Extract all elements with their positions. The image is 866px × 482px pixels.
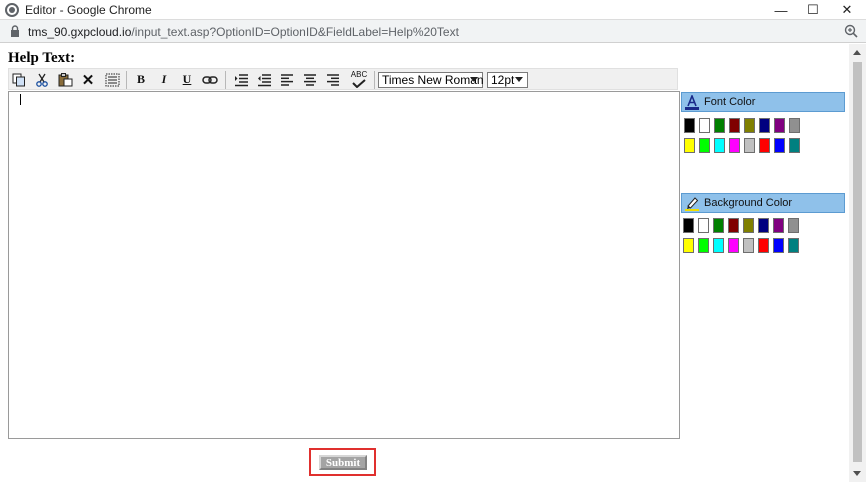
url-host: tms_90.gxpcloud.io bbox=[28, 25, 132, 39]
background-color-swatch[interactable] bbox=[698, 218, 709, 233]
underline-icon[interactable]: U bbox=[178, 71, 196, 88]
delete-icon[interactable]: ✕ bbox=[79, 71, 97, 89]
background-color-label: Background Color bbox=[704, 197, 793, 209]
background-color-swatch[interactable] bbox=[683, 218, 694, 233]
toolbar-separator bbox=[374, 71, 375, 89]
background-color-swatch[interactable] bbox=[683, 238, 694, 253]
maximize-button[interactable]: ☐ bbox=[796, 0, 830, 20]
paste-icon[interactable] bbox=[56, 71, 74, 88]
rich-text-editor[interactable] bbox=[8, 91, 680, 439]
cut-icon[interactable] bbox=[33, 71, 51, 88]
background-color-swatch[interactable] bbox=[698, 238, 709, 253]
toolbar-separator bbox=[126, 71, 127, 89]
background-color-swatch[interactable] bbox=[773, 218, 784, 233]
vertical-scrollbar[interactable] bbox=[849, 44, 866, 482]
background-color-swatch[interactable] bbox=[758, 238, 769, 253]
font-color-swatch[interactable] bbox=[774, 118, 785, 133]
font-color-swatch[interactable] bbox=[714, 118, 725, 133]
select-all-icon[interactable] bbox=[103, 71, 121, 88]
background-color-swatch[interactable] bbox=[728, 218, 739, 233]
highlighter-icon bbox=[685, 197, 699, 211]
copy-icon[interactable] bbox=[10, 71, 28, 88]
font-color-swatch[interactable] bbox=[684, 118, 695, 133]
background-color-swatch[interactable] bbox=[728, 238, 739, 253]
scroll-up-arrow-icon[interactable] bbox=[853, 50, 861, 55]
font-color-swatch[interactable] bbox=[729, 118, 740, 133]
font-color-swatches-row2 bbox=[684, 138, 804, 153]
url-path: /input_text.asp?OptionID=OptionID&FieldL… bbox=[131, 25, 459, 39]
bold-icon[interactable]: B bbox=[132, 71, 150, 88]
indent-icon[interactable] bbox=[232, 71, 250, 88]
background-color-swatch[interactable] bbox=[788, 238, 799, 253]
toolbar-separator bbox=[225, 71, 226, 89]
font-size-select[interactable]: 12pt bbox=[487, 72, 528, 88]
background-color-swatch[interactable] bbox=[773, 238, 784, 253]
background-color-swatch[interactable] bbox=[713, 218, 724, 233]
background-color-swatches-row1 bbox=[683, 218, 803, 233]
align-right-icon[interactable] bbox=[324, 71, 342, 88]
spellcheck-icon[interactable]: ABC bbox=[348, 71, 370, 88]
font-color-swatch[interactable] bbox=[729, 138, 740, 153]
address-bar[interactable]: tms_90.gxpcloud.io/input_text.asp?Option… bbox=[0, 20, 866, 43]
window-title: Editor - Google Chrome bbox=[25, 3, 152, 17]
minimize-button[interactable]: — bbox=[764, 0, 798, 20]
lock-icon bbox=[11, 25, 19, 37]
font-color-swatch[interactable] bbox=[789, 138, 800, 153]
align-left-icon[interactable] bbox=[278, 71, 296, 88]
background-color-swatch[interactable] bbox=[758, 218, 769, 233]
align-center-icon[interactable] bbox=[301, 71, 319, 88]
submit-highlight-box: Submit bbox=[309, 448, 376, 476]
close-button[interactable]: ✕ bbox=[830, 0, 864, 20]
submit-button[interactable]: Submit bbox=[319, 455, 367, 470]
url-text[interactable]: tms_90.gxpcloud.io/input_text.asp?Option… bbox=[28, 25, 459, 39]
font-family-select[interactable]: Times New Roman bbox=[378, 72, 484, 88]
help-text-label: Help Text: bbox=[8, 50, 76, 66]
zoom-icon[interactable] bbox=[844, 24, 858, 38]
font-color-swatch[interactable] bbox=[699, 138, 710, 153]
font-color-icon bbox=[685, 95, 699, 110]
italic-icon[interactable]: I bbox=[155, 71, 173, 88]
background-color-swatch[interactable] bbox=[743, 238, 754, 253]
spellcheck-label: ABC bbox=[350, 70, 368, 79]
font-color-swatch[interactable] bbox=[759, 118, 770, 133]
font-color-swatch[interactable] bbox=[774, 138, 785, 153]
background-color-swatch[interactable] bbox=[713, 238, 724, 253]
background-color-header: Background Color bbox=[681, 193, 845, 213]
scroll-down-arrow-icon[interactable] bbox=[853, 471, 861, 476]
background-color-swatch[interactable] bbox=[743, 218, 754, 233]
background-color-swatches-row2 bbox=[683, 238, 803, 253]
font-color-swatch[interactable] bbox=[789, 118, 800, 133]
font-color-swatch[interactable] bbox=[699, 118, 710, 133]
font-color-swatch[interactable] bbox=[744, 138, 755, 153]
editor-toolbar: ✕ B I U ABC Times New Roman 12pt bbox=[8, 68, 678, 90]
scrollbar-thumb[interactable] bbox=[853, 62, 862, 462]
font-color-swatch[interactable] bbox=[714, 138, 725, 153]
font-color-header: Font Color bbox=[681, 92, 845, 112]
text-caret bbox=[20, 94, 21, 105]
link-icon[interactable] bbox=[201, 71, 219, 88]
outdent-icon[interactable] bbox=[255, 71, 273, 88]
window-title-bar: Editor - Google Chrome — ☐ ✕ bbox=[0, 0, 866, 20]
chrome-icon bbox=[5, 3, 19, 17]
font-color-swatch[interactable] bbox=[684, 138, 695, 153]
background-color-swatch[interactable] bbox=[788, 218, 799, 233]
font-color-swatch[interactable] bbox=[744, 118, 755, 133]
font-color-swatch[interactable] bbox=[759, 138, 770, 153]
font-color-swatches-row1 bbox=[684, 118, 804, 133]
font-color-label: Font Color bbox=[704, 96, 756, 108]
